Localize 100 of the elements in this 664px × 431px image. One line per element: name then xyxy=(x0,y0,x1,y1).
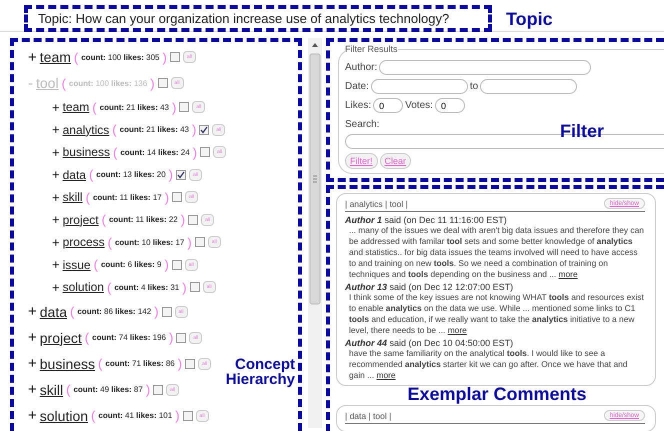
votes-label: Votes: xyxy=(405,100,433,111)
open-bracket: ( xyxy=(66,382,70,397)
concept-link[interactable]: analytics xyxy=(62,122,110,137)
concept-link[interactable]: process xyxy=(62,235,105,250)
checkbox[interactable] xyxy=(176,332,186,342)
expand-toggle[interactable]: + xyxy=(28,407,37,424)
concept-link[interactable]: project xyxy=(62,212,99,227)
expand-toggle[interactable]: + xyxy=(52,190,60,205)
close-bracket: ) xyxy=(164,190,170,205)
close-bracket: ) xyxy=(146,382,150,397)
checkbox[interactable] xyxy=(185,358,196,368)
checkbox[interactable] xyxy=(200,147,210,158)
expand-toggle[interactable]: + xyxy=(52,212,60,228)
comment-meta: said (on Dec 11 11:16:00 EST) xyxy=(384,215,507,225)
comment-meta: said (on Dec 12 12:07:00 EST) xyxy=(390,282,514,292)
open-bracket: ( xyxy=(84,330,90,345)
scrollbar[interactable] xyxy=(308,38,322,428)
concept-link[interactable]: team xyxy=(40,49,71,65)
concept-stats: count: 11 likes: 17 xyxy=(92,192,162,202)
checkbox[interactable] xyxy=(182,410,193,420)
concept-stats: count: 41 likes: 101 xyxy=(98,411,172,420)
annotation-label: Exemplar Comments xyxy=(407,384,587,404)
close-bracket: ) xyxy=(192,144,198,160)
annotation-label: Filter xyxy=(560,122,604,140)
expand-toggle[interactable]: + xyxy=(52,234,60,250)
close-bracket: ) xyxy=(150,76,155,90)
concept-link[interactable]: solution xyxy=(40,408,88,424)
expand-toggle[interactable]: + xyxy=(28,381,37,398)
open-bracket: ( xyxy=(102,212,106,228)
expand-toggle[interactable]: + xyxy=(52,257,60,272)
checkbox[interactable] xyxy=(199,124,210,135)
open-bracket: ( xyxy=(98,356,102,371)
search-label: Search: xyxy=(345,119,380,130)
tag-list: | analytics | tool | xyxy=(345,198,408,208)
open-bracket: ( xyxy=(112,144,118,160)
checkbox[interactable] xyxy=(190,282,200,292)
checkbox[interactable] xyxy=(172,260,182,270)
topic-text: Topic: How can your organization increase use of analytics technology? xyxy=(24,5,492,32)
concept-stats: count: 13 likes: 20 xyxy=(96,170,166,180)
expand-toggle[interactable]: + xyxy=(52,100,60,115)
open-bracket: ( xyxy=(108,234,112,250)
checkbox[interactable] xyxy=(162,306,172,316)
concept-link[interactable]: business xyxy=(40,356,96,372)
concept-link[interactable]: data xyxy=(62,168,86,182)
concept-stats: count: 100 likes: 305 xyxy=(81,52,160,62)
close-bracket: ) xyxy=(175,408,180,423)
more-link[interactable]: more xyxy=(376,370,396,380)
checkbox[interactable] xyxy=(179,102,190,112)
likes-field[interactable]: 0 xyxy=(373,98,404,113)
more-link[interactable]: more xyxy=(448,325,467,335)
date-from-field[interactable] xyxy=(370,79,468,94)
expand-toggle[interactable]: + xyxy=(28,329,37,346)
comment-meta: said (on Dec 10 04:50:00 EST) xyxy=(390,338,514,348)
close-bracket: ) xyxy=(182,280,187,295)
concept-stats: count: 71 likes: 86 xyxy=(105,359,175,368)
comment-text: I think some of the key issues are not knowing WHAT tools and resources exist to enable analytics on the data we use. While ... mentioned some links to C1 tools and education, if we really want to take the analytics initiative to a new level, there needs to be ... more xyxy=(348,292,645,336)
concept-link[interactable]: issue xyxy=(62,258,91,272)
annotation-label: Hierarchy xyxy=(226,372,295,387)
expand-toggle[interactable]: + xyxy=(28,48,37,66)
checkbox[interactable] xyxy=(170,52,180,62)
date-label: Date: xyxy=(345,81,369,92)
expand-toggle[interactable]: + xyxy=(52,167,60,182)
checkbox[interactable] xyxy=(153,384,164,394)
concept-link[interactable]: skill xyxy=(40,382,64,398)
checkbox[interactable] xyxy=(194,237,205,248)
expand-toggle[interactable]: + xyxy=(28,303,37,320)
open-bracket: ( xyxy=(70,304,74,319)
tag-list: | data | tool | xyxy=(345,410,392,420)
open-bracket: ( xyxy=(91,408,96,423)
concept-link[interactable]: solution xyxy=(62,280,104,294)
votes-field[interactable]: 0 xyxy=(434,98,465,113)
open-bracket: ( xyxy=(112,122,117,138)
open-bracket: ( xyxy=(74,50,78,64)
concept-link[interactable]: team xyxy=(62,100,90,114)
checkbox[interactable] xyxy=(172,192,182,202)
expand-toggle[interactable]: + xyxy=(28,355,37,372)
concept-link[interactable]: business xyxy=(62,145,110,160)
concept-link[interactable]: data xyxy=(40,304,68,320)
close-bracket: ) xyxy=(164,257,169,272)
concept-stats: count: 49 likes: 87 xyxy=(73,385,143,394)
expand-toggle[interactable]: + xyxy=(52,280,60,295)
author-field[interactable] xyxy=(379,60,592,75)
comment-text: have the same familiarity on the analytical tools. I would like to see a recommended analytics starter kit we can go after. Once we have that and gain ... more xyxy=(348,348,628,381)
close-bracket: ) xyxy=(192,122,196,138)
checkbox[interactable] xyxy=(158,78,168,88)
concept-stats: count: 4 likes: 31 xyxy=(114,282,180,292)
likes-label: Likes: xyxy=(345,100,372,111)
concept-link[interactable]: skill xyxy=(62,190,83,204)
close-bracket: ) xyxy=(187,234,192,250)
checkbox[interactable] xyxy=(188,214,198,225)
close-bracket: ) xyxy=(180,212,186,228)
more-link[interactable]: more xyxy=(558,269,578,279)
concept-stats: count: 11 likes: 22 xyxy=(108,215,178,224)
expand-toggle[interactable]: + xyxy=(52,144,60,160)
date-to-field[interactable] xyxy=(480,79,578,94)
expand-toggle[interactable]: + xyxy=(52,122,60,138)
open-bracket: ( xyxy=(92,100,97,115)
checkbox[interactable] xyxy=(176,170,186,180)
close-bracket: ) xyxy=(178,356,182,371)
concept-link[interactable]: project xyxy=(40,330,82,346)
